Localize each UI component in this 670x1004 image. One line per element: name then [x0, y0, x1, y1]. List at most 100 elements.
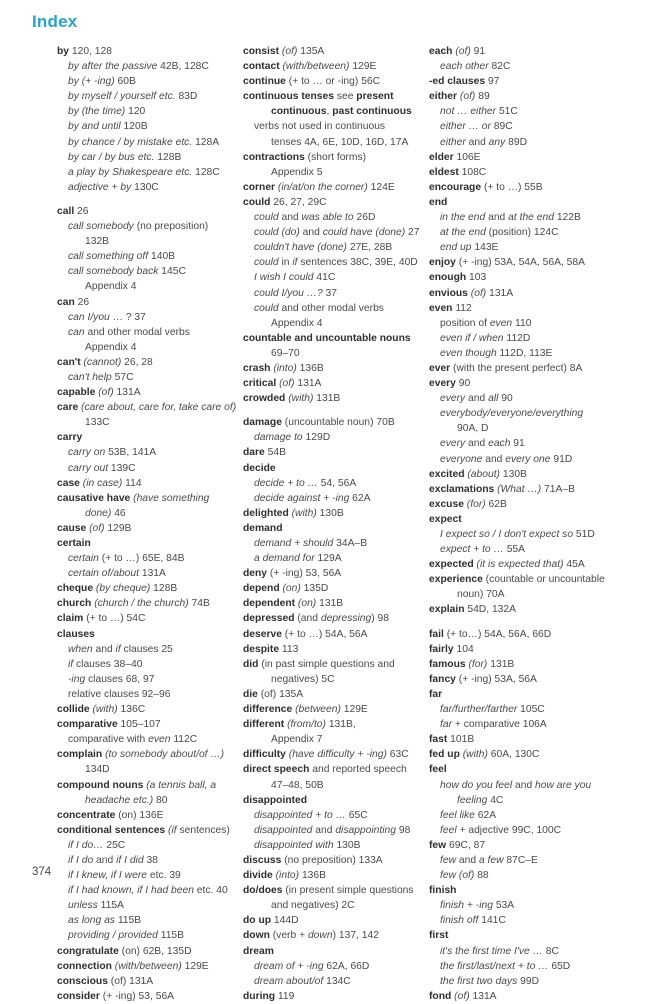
index-entry[interactable]: crowded (with) 131B — [243, 391, 429, 406]
index-entry[interactable]: care (care about, care for, take care of… — [57, 400, 243, 430]
index-entry[interactable]: fancy (+ -ing) 53A, 56A — [429, 672, 615, 687]
index-entry[interactable]: continue (+ to … or -ing) 56C — [243, 74, 429, 89]
index-entry[interactable]: do up 144D — [243, 913, 429, 928]
index-entry[interactable]: each (of) 91 each other 82C — [429, 44, 615, 74]
index-entry[interactable]: decide decide + to … 54, 56A decide agains… — [243, 461, 429, 506]
index-entry[interactable]: by 120, 128 by after the passive 42B, 128… — [57, 44, 243, 195]
index-entry[interactable]: could 26, 27, 29C could and was able to 2… — [243, 195, 429, 331]
index-entry[interactable]: discuss (no preposition) 133A — [243, 853, 429, 868]
index-entry[interactable]: either (of) 89 not … either 51C either … o… — [429, 89, 615, 149]
index-entry[interactable]: capable (of) 131A — [57, 385, 243, 400]
index-entry[interactable]: claim (+ to …) 54C — [57, 611, 243, 626]
index-entry[interactable]: concentrate (on) 136E — [57, 808, 243, 823]
index-entry[interactable]: fairly 104 — [429, 642, 615, 657]
index-entry[interactable]: explain 54D, 132A — [429, 602, 615, 617]
index-entry[interactable]: did (in past simple questions and negativ… — [243, 657, 429, 687]
index-entry[interactable]: dependent (on) 131B — [243, 596, 429, 611]
index-entry[interactable]: die (of) 135A — [243, 687, 429, 702]
index-entry[interactable]: -ed clauses 97 — [429, 74, 615, 89]
index-entry[interactable]: fast 101B — [429, 732, 615, 747]
index-entry[interactable]: dare 54B — [243, 445, 429, 460]
index-entry[interactable]: conscious (of) 131A — [57, 974, 243, 989]
index-entry[interactable]: conditional sentences (if sentences) if I… — [57, 823, 243, 944]
index-entry[interactable]: deserve (+ to …) 54A, 56A — [243, 627, 429, 642]
index-entry[interactable]: elder 106E — [429, 150, 615, 165]
index-entry[interactable]: encourage (+ to …) 55B — [429, 180, 615, 195]
index-entry[interactable]: damage (uncountable noun) 70B damage to 1… — [243, 415, 429, 445]
index-entry[interactable]: fail (+ to…) 54A, 56A, 66D — [429, 627, 615, 642]
index-entry[interactable]: eldest 108C — [429, 165, 615, 180]
index-entry[interactable]: difficulty (have difficulty + -ing) 63C — [243, 747, 429, 762]
index-entry[interactable]: far far/further/farther 105C far + compara… — [429, 687, 615, 732]
index-entry[interactable]: experience (countable or uncountable noun… — [429, 572, 615, 602]
index-entry[interactable]: famous (for) 131B — [429, 657, 615, 672]
index-entry[interactable]: cause (of) 129B — [57, 521, 243, 536]
index-entry[interactable]: certain certain (+ to …) 65E, 84B certain … — [57, 536, 243, 581]
index-text-run: do up — [243, 915, 272, 927]
index-entry[interactable]: deny (+ -ing) 53, 56A — [243, 566, 429, 581]
index-text-run: (of) — [95, 387, 114, 399]
index-entry[interactable]: every 90 every and all 90 everybody/everyo… — [429, 376, 615, 467]
index-entry[interactable]: depend (on) 135D — [243, 581, 429, 596]
index-entry[interactable]: down (verb + down) 137, 142 — [243, 928, 429, 943]
index-entry[interactable]: demand demand + should 34A–B a demand for … — [243, 521, 429, 566]
index-subentry-line: when and if clauses 25 — [57, 642, 243, 657]
index-entry[interactable]: finish finish + -ing 53A finish off 141C — [429, 883, 615, 928]
index-entry[interactable]: fond (of) 131A — [429, 989, 615, 1004]
index-entry[interactable]: first it's the first time I've … 8C the fi… — [429, 928, 615, 988]
index-entry[interactable]: carry carry on 53B, 141A carry out 139C — [57, 430, 243, 475]
index-entry[interactable]: can 26 can I/you … ? 37 can and other moda… — [57, 295, 243, 355]
index-entry[interactable]: compound nouns (a tennis ball, a headache… — [57, 778, 243, 808]
index-entry[interactable]: excited (about) 130B — [429, 467, 615, 482]
index-entry[interactable]: difference (between) 129E — [243, 702, 429, 717]
index-entry[interactable]: consist (of) 135A — [243, 44, 429, 59]
index-entry[interactable]: enjoy (+ -ing) 53A, 54A, 56A, 58A — [429, 255, 615, 270]
index-entry[interactable]: clauses when and if clauses 25 if clauses … — [57, 627, 243, 702]
index-entry[interactable]: comparative 105–107 comparative with even… — [57, 717, 243, 747]
index-entry[interactable]: enough 103 — [429, 270, 615, 285]
index-entry[interactable]: call 26 call somebody (no preposition) 132… — [57, 204, 243, 295]
index-entry[interactable]: collide (with) 136C — [57, 702, 243, 717]
index-entry[interactable]: few 69C, 87 few and a few 87C–E few (of) 8… — [429, 838, 615, 883]
index-entry[interactable]: envious (of) 131A — [429, 286, 615, 301]
index-entry[interactable]: despite 113 — [243, 642, 429, 657]
index-entry[interactable]: excuse (for) 62B — [429, 497, 615, 512]
index-entry[interactable]: causative have (have something done) 46 — [57, 491, 243, 521]
index-entry[interactable]: critical (of) 131A — [243, 376, 429, 391]
index-entry[interactable]: case (in case) 114 — [57, 476, 243, 491]
index-entry[interactable]: fed up (with) 60A, 130C — [429, 747, 615, 762]
index-text-run: -ing — [68, 673, 86, 685]
index-entry[interactable]: dream dream of + -ing 62A, 66D dream about… — [243, 944, 429, 989]
index-entry[interactable]: congratulate (on) 62B, 135D — [57, 944, 243, 959]
index-text-run: -ed clauses — [429, 76, 486, 88]
index-entry[interactable]: countable and uncountable nouns 69–70 — [243, 331, 429, 361]
index-entry[interactable]: end in the end and at the end 122B at the … — [429, 195, 615, 255]
index-entry[interactable]: crash (into) 136B — [243, 361, 429, 376]
index-entry[interactable]: church (church / the church) 74B — [57, 596, 243, 611]
index-entry[interactable]: expect I expect so / I don't expect so 51… — [429, 512, 615, 557]
index-entry[interactable]: connection (with/between) 129E — [57, 959, 243, 974]
index-entry[interactable]: feel how do you feel and how are you feeli… — [429, 762, 615, 837]
index-entry[interactable]: consider (+ -ing) 53, 56A — [57, 989, 243, 1004]
index-entry[interactable]: can't (cannot) 26, 28 can't help 57C — [57, 355, 243, 385]
index-entry[interactable]: depressed (and depressing) 98 — [243, 611, 429, 626]
index-entry[interactable]: continuous tenses see present continuous,… — [243, 89, 429, 149]
index-entry[interactable]: even 112 position of even 110 even if / wh… — [429, 301, 615, 361]
index-entry[interactable]: delighted (with) 130B — [243, 506, 429, 521]
index-entry[interactable]: disappointed disappointed + to … 65C disap… — [243, 793, 429, 853]
index-entry[interactable]: contact (with/between) 129E — [243, 59, 429, 74]
index-entry[interactable]: during 119 — [243, 989, 429, 1004]
index-entry[interactable]: cheque (by cheque) 128B — [57, 581, 243, 596]
index-entry[interactable]: contractions (short forms) Appendix 5 — [243, 150, 429, 180]
index-entry[interactable]: ever (with the present perfect) 8A — [429, 361, 615, 376]
index-entry[interactable]: direct speech and reported speech 47–48, … — [243, 762, 429, 792]
index-entry[interactable]: divide (into) 136B — [243, 868, 429, 883]
index-text-run: difference — [243, 704, 293, 716]
index-entry[interactable]: do/does (in present simple questions and … — [243, 883, 429, 913]
index-entry[interactable]: complain (to somebody about/of …) 134D — [57, 747, 243, 777]
index-entry[interactable]: exclamations (What …) 71A–B — [429, 482, 615, 497]
index-entry[interactable]: different (from/to) 131B, Appendix 7 — [243, 717, 429, 747]
index-entry[interactable]: expected (it is expected that) 45A — [429, 557, 615, 572]
index-text-run: by (the time) — [68, 106, 126, 118]
index-entry[interactable]: corner (in/at/on the corner) 124E — [243, 180, 429, 195]
